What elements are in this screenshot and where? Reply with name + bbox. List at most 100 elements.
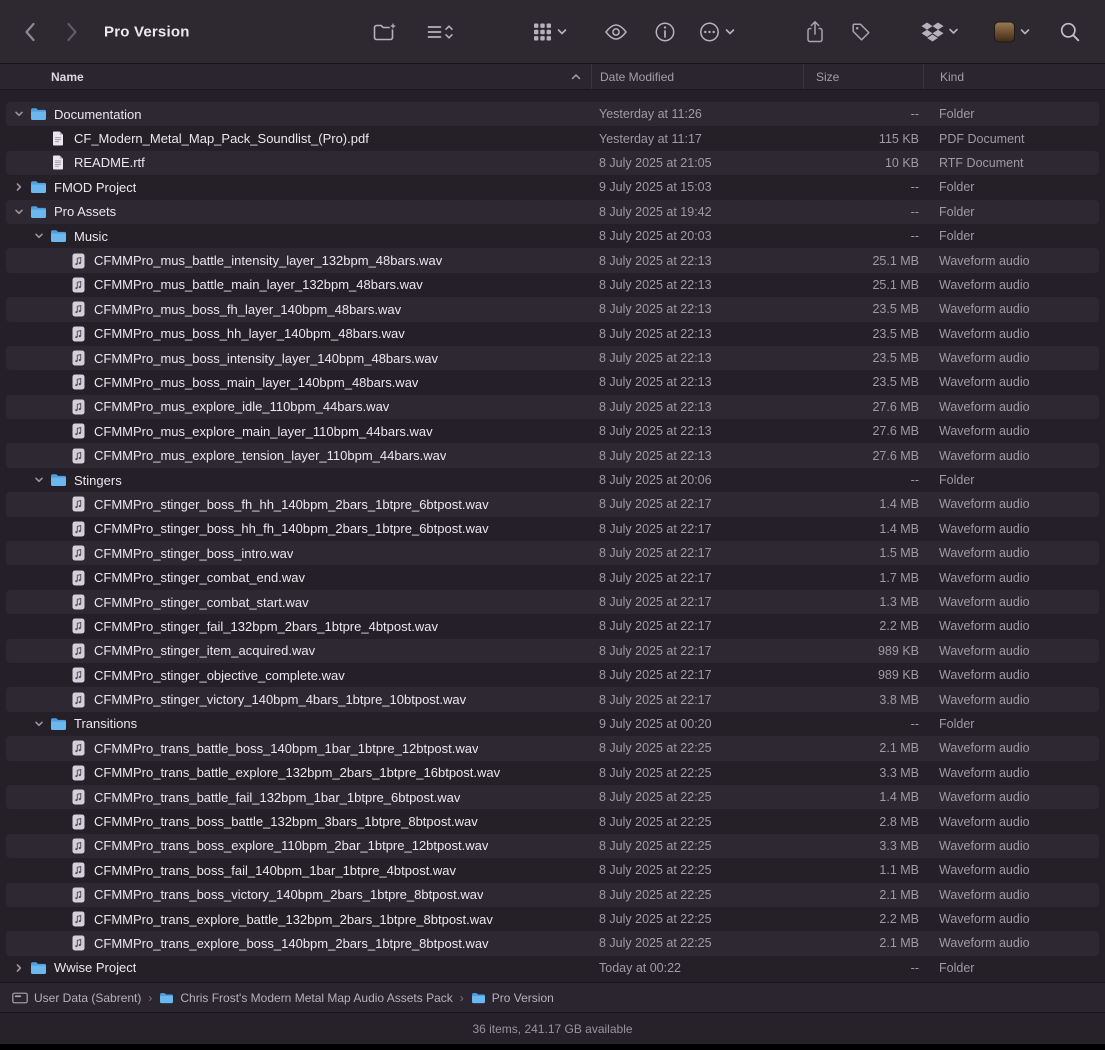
chevron-down-icon — [557, 28, 567, 34]
disclosure-triangle[interactable] — [10, 963, 28, 973]
folder-icon — [28, 961, 48, 975]
file-name-cell: CFMMPro_mus_battle_main_layer_132bpm_48b… — [6, 277, 591, 293]
tag-button[interactable] — [851, 21, 872, 42]
file-row[interactable]: CFMMPro_trans_battle_fail_132bpm_1bar_1b… — [6, 784, 1099, 810]
audio-file-icon — [68, 667, 88, 683]
column-header-date-modified[interactable]: Date Modified — [591, 64, 803, 89]
file-row[interactable]: CFMMPro_stinger_boss_fh_hh_140bpm_2bars_… — [6, 492, 1099, 517]
get-info-button[interactable] — [655, 21, 676, 42]
file-row[interactable]: Music 8 July 2025 at 20:03 -- Folder — [6, 224, 1099, 248]
file-kind: Waveform audio — [939, 814, 1030, 829]
file-row[interactable]: CFMMPro_trans_boss_victory_140bpm_2bars_… — [6, 882, 1099, 907]
file-row[interactable]: README.rtf 8 July 2025 at 21:05 10 KB RTF D… — [6, 150, 1099, 176]
disclosure-triangle[interactable] — [10, 109, 28, 119]
file-row[interactable]: CFMMPro_stinger_combat_start.wav 8 July 2… — [6, 589, 1099, 615]
file-name: CFMMPro_trans_battle_fail_132bpm_1bar_1b… — [94, 789, 461, 805]
folder-icon — [28, 107, 48, 121]
file-row[interactable]: Stingers 8 July 2025 at 20:06 -- Folder — [6, 468, 1099, 492]
file-row[interactable]: CFMMPro_stinger_victory_140bpm_4bars_1bt… — [6, 687, 1099, 712]
file-row[interactable]: CFMMPro_stinger_fail_132bpm_2bars_1btpre… — [6, 614, 1099, 638]
breadcrumb-item[interactable]: Chris Frost's Modern Metal Map Audio Ass… — [159, 991, 453, 1005]
column-header-name[interactable]: Name — [6, 64, 591, 89]
file-row[interactable]: CFMMPro_trans_explore_battle_132bpm_2bar… — [6, 907, 1099, 931]
breadcrumb-item[interactable]: User Data (Sabrent) — [12, 991, 141, 1005]
file-name: Pro Assets — [54, 204, 117, 220]
audio-file-icon — [68, 496, 88, 512]
file-row[interactable]: CFMMPro_mus_battle_main_layer_132bpm_48b… — [6, 273, 1099, 297]
file-row[interactable]: CF_Modern_Metal_Map_Pack_Soundlist_(Pro)… — [6, 126, 1099, 150]
file-row[interactable]: CFMMPro_mus_boss_fh_layer_140bpm_48bars.… — [6, 297, 1099, 322]
list-view-sort-button[interactable] — [427, 23, 454, 41]
forward-button[interactable] — [67, 22, 78, 42]
share-button[interactable] — [806, 20, 824, 43]
disclosure-triangle[interactable] — [10, 182, 28, 192]
breadcrumb-item[interactable]: Pro Version — [471, 991, 554, 1005]
date-modified: 8 July 2025 at 22:13 — [599, 302, 712, 317]
file-row[interactable]: CFMMPro_stinger_objective_complete.wav 8 … — [6, 663, 1099, 687]
date-modified: 8 July 2025 at 21:05 — [599, 155, 712, 170]
file-row[interactable]: CFMMPro_trans_battle_explore_132bpm_2bar… — [6, 761, 1099, 785]
file-row[interactable]: CFMMPro_mus_explore_tension_layer_110bpm… — [6, 443, 1099, 468]
file-name-cell: CFMMPro_stinger_boss_hh_fh_140bpm_2bars_… — [6, 521, 591, 537]
file-row[interactable]: CFMMPro_stinger_boss_intro.wav 8 July 202… — [6, 541, 1099, 566]
file-name-cell: FMOD Project — [6, 180, 591, 195]
file-kind: Waveform audio — [939, 619, 1030, 634]
file-name-cell: CFMMPro_trans_boss_victory_140bpm_2bars_… — [6, 887, 591, 903]
file-row[interactable]: CFMMPro_trans_explore_boss_140bpm_2bars_… — [6, 931, 1099, 956]
file-row[interactable]: CFMMPro_stinger_combat_end.wav 8 July 202… — [6, 565, 1099, 589]
disclosure-triangle[interactable] — [30, 475, 48, 485]
file-name: CFMMPro_mus_battle_intensity_layer_132bp… — [94, 253, 443, 269]
new-folder-button[interactable] — [373, 21, 398, 42]
file-size: -- — [910, 716, 919, 731]
file-name-cell: CFMMPro_stinger_fail_132bpm_2bars_1btpre… — [6, 618, 591, 634]
group-view-button[interactable] — [533, 22, 567, 41]
search-button[interactable] — [1060, 22, 1080, 42]
file-kind: Waveform audio — [939, 863, 1030, 878]
file-size: 23.5 MB — [872, 326, 919, 341]
group-grid-icon — [534, 23, 551, 40]
column-header-size[interactable]: Size — [803, 64, 923, 89]
audio-file-icon — [68, 423, 88, 439]
file-size: 2.1 MB — [879, 887, 919, 902]
file-row[interactable]: CFMMPro_mus_boss_intensity_layer_140bpm_… — [6, 345, 1099, 371]
file-row[interactable]: Pro Assets 8 July 2025 at 19:42 -- Folder — [6, 199, 1099, 224]
file-name: CFMMPro_mus_boss_fh_layer_140bpm_48bars.… — [94, 301, 402, 317]
file-size: 27.6 MB — [872, 424, 919, 439]
date-modified: 8 July 2025 at 20:03 — [599, 229, 712, 244]
disclosure-triangle[interactable] — [30, 231, 48, 241]
file-row[interactable]: FMOD Project 9 July 2025 at 15:03 -- Folder — [6, 175, 1099, 199]
back-button[interactable] — [25, 22, 36, 42]
date-modified: 8 July 2025 at 22:13 — [599, 277, 712, 292]
file-size: 23.5 MB — [872, 351, 919, 366]
file-row[interactable]: Wwise Project Today at 00:22 -- Folder — [6, 956, 1099, 980]
file-name: README.rtf — [74, 155, 145, 171]
file-row[interactable]: Transitions 9 July 2025 at 00:20 -- Folder — [6, 712, 1099, 736]
file-row[interactable]: CFMMPro_trans_battle_boss_140bpm_1bar_1b… — [6, 736, 1099, 761]
date-modified: 8 July 2025 at 22:13 — [599, 399, 712, 414]
file-row[interactable]: CFMMPro_mus_explore_main_layer_110bpm_44… — [6, 419, 1099, 443]
file-size: 1.4 MB — [879, 497, 919, 512]
file-size: -- — [910, 180, 919, 195]
file-row[interactable]: CFMMPro_trans_boss_explore_110bpm_2bar_1… — [6, 833, 1099, 859]
file-row[interactable]: CFMMPro_mus_boss_hh_layer_140bpm_48bars.… — [6, 322, 1099, 346]
file-size: 3.8 MB — [879, 692, 919, 707]
file-size: -- — [910, 204, 919, 219]
file-row[interactable]: CFMMPro_mus_boss_main_layer_140bpm_48bar… — [6, 370, 1099, 394]
quick-look-button[interactable] — [604, 23, 628, 40]
file-row[interactable]: CFMMPro_stinger_item_acquired.wav 8 July … — [6, 638, 1099, 663]
file-row[interactable]: CFMMPro_mus_explore_idle_110bpm_44bars.w… — [6, 394, 1099, 420]
more-actions-button[interactable] — [699, 21, 735, 42]
disclosure-triangle[interactable] — [30, 719, 48, 729]
file-row[interactable]: CFMMPro_stinger_boss_hh_fh_140bpm_2bars_… — [6, 517, 1099, 541]
file-row[interactable]: CFMMPro_mus_battle_intensity_layer_132bp… — [6, 248, 1099, 273]
app-actions-button[interactable] — [994, 21, 1030, 42]
dropbox-button[interactable] — [921, 22, 959, 42]
disclosure-triangle[interactable] — [10, 207, 28, 217]
file-row[interactable]: CFMMPro_trans_boss_battle_132bpm_3bars_1… — [6, 809, 1099, 833]
file-row[interactable]: Documentation Yesterday at 11:26 -- Folder — [6, 102, 1099, 127]
column-header-kind[interactable]: Kind — [923, 64, 1099, 89]
file-kind: Waveform audio — [939, 741, 1030, 756]
file-row[interactable]: CFMMPro_trans_boss_fail_140bpm_1bar_1btp… — [6, 858, 1099, 882]
file-name: CFMMPro_mus_explore_tension_layer_110bpm… — [94, 448, 447, 464]
file-size: 1.7 MB — [879, 570, 919, 585]
